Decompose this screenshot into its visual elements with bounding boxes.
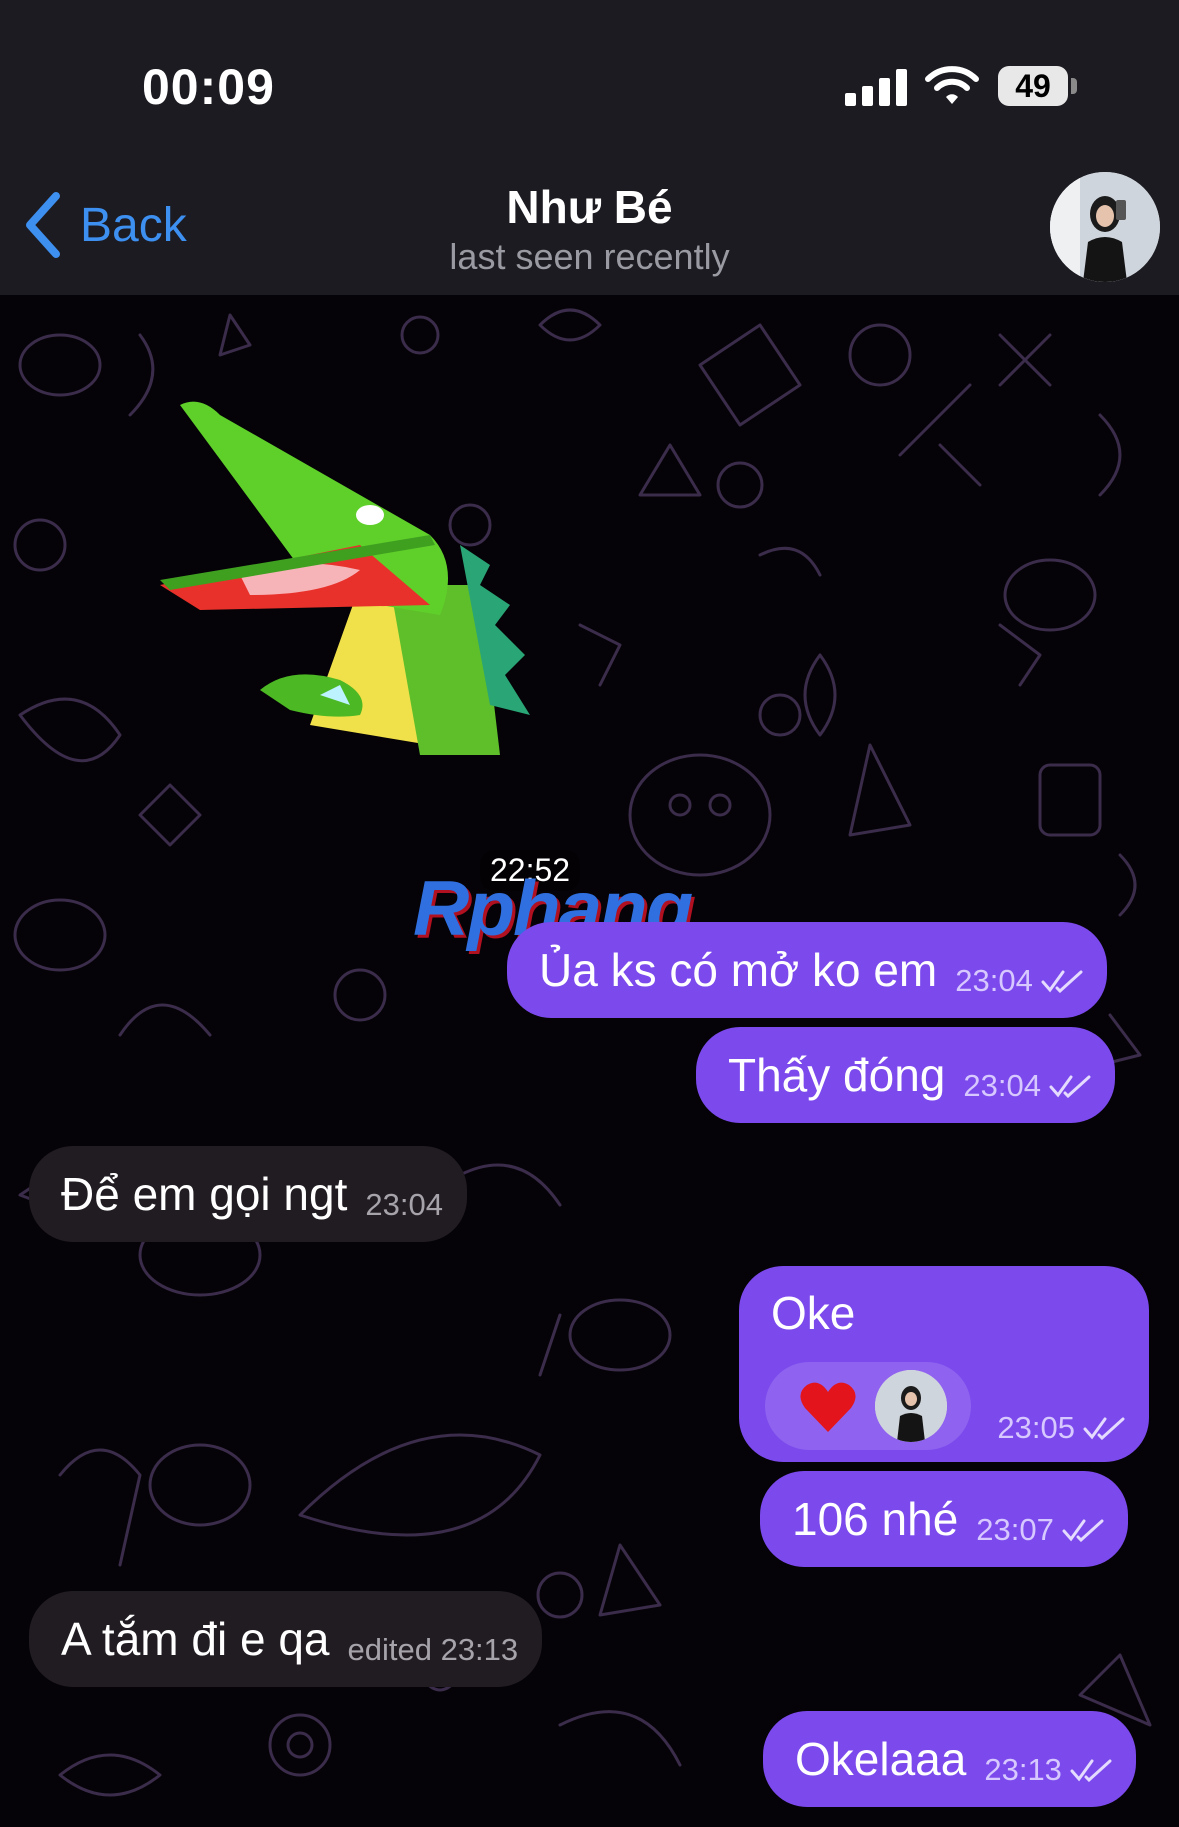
double-check-icon — [1062, 1519, 1104, 1542]
message-meta: 23:04 — [963, 1068, 1091, 1104]
message-bubble-outgoing[interactable]: 106 nhé 23:07 — [760, 1471, 1128, 1567]
double-check-icon — [1049, 1075, 1091, 1098]
wifi-icon — [925, 66, 979, 104]
message-meta: edited 23:13 — [348, 1632, 519, 1668]
message-time: 23:13 — [984, 1752, 1062, 1787]
message-text: Ủa ks có mở ko em — [539, 944, 938, 996]
message-time: 23:05 — [997, 1410, 1075, 1445]
message-bubble-outgoing[interactable]: Okelaaa 23:13 — [763, 1711, 1136, 1807]
message-meta: 23:13 — [984, 1752, 1112, 1788]
person-photo-icon — [1050, 172, 1160, 282]
message-meta: 23:04 — [365, 1187, 443, 1223]
status-time: 00:09 — [142, 59, 275, 115]
message-bubble-incoming[interactable]: Để em gọi ngt 23:04 — [29, 1146, 467, 1242]
message-bubble-incoming[interactable]: A tắm đi e qa edited 23:13 — [29, 1591, 543, 1687]
message-text: Để em gọi ngt — [61, 1168, 348, 1220]
status-bar: 00:09 49 — [0, 0, 1179, 140]
message-text: Okelaaa — [795, 1733, 967, 1785]
heart-icon — [800, 1382, 856, 1432]
message-list[interactable]: 22:52 Rphang Ủa ks có mở ko em 23:04 Thấ… — [0, 295, 1179, 1827]
message-meta: 23:05 — [997, 1410, 1125, 1446]
message-meta: 23:07 — [976, 1512, 1104, 1548]
message-text: 106 nhé — [792, 1493, 959, 1545]
battery-cap — [1071, 78, 1077, 94]
crocodile-sticker[interactable] — [160, 395, 580, 795]
message-time: 23:04 — [955, 963, 1033, 998]
chat-title[interactable]: Như Bé — [0, 180, 1179, 234]
battery-icon: 49 — [998, 66, 1068, 106]
message-meta: 23:04 — [955, 963, 1083, 999]
cellular-signal-icon — [845, 68, 907, 106]
person-photo-icon — [875, 1370, 947, 1442]
message-bubble-outgoing[interactable]: Thấy đóng 23:04 — [696, 1027, 1115, 1123]
double-check-icon — [1070, 1759, 1112, 1782]
double-check-icon — [1083, 1417, 1125, 1440]
message-text: Oke — [771, 1287, 856, 1339]
message-bubble-outgoing[interactable]: Oke 23:05 — [739, 1266, 1149, 1462]
double-check-icon — [1041, 970, 1083, 993]
message-time: 23:04 — [963, 1068, 1041, 1103]
chat-header: Back Như Bé last seen recently — [0, 140, 1179, 295]
reaction-chip[interactable] — [765, 1362, 971, 1450]
message-time: 23:04 — [365, 1187, 443, 1222]
battery-level: 49 — [1015, 67, 1051, 104]
reactor-avatar — [875, 1370, 947, 1442]
message-text: A tắm đi e qa — [61, 1613, 330, 1665]
message-bubble-outgoing[interactable]: Ủa ks có mở ko em 23:04 — [507, 922, 1107, 1018]
message-time: 23:07 — [976, 1512, 1054, 1547]
message-time: edited 23:13 — [347, 1632, 519, 1667]
message-text: Thấy đóng — [728, 1049, 946, 1101]
contact-avatar[interactable] — [1050, 172, 1160, 282]
chat-subtitle: last seen recently — [449, 236, 730, 277]
